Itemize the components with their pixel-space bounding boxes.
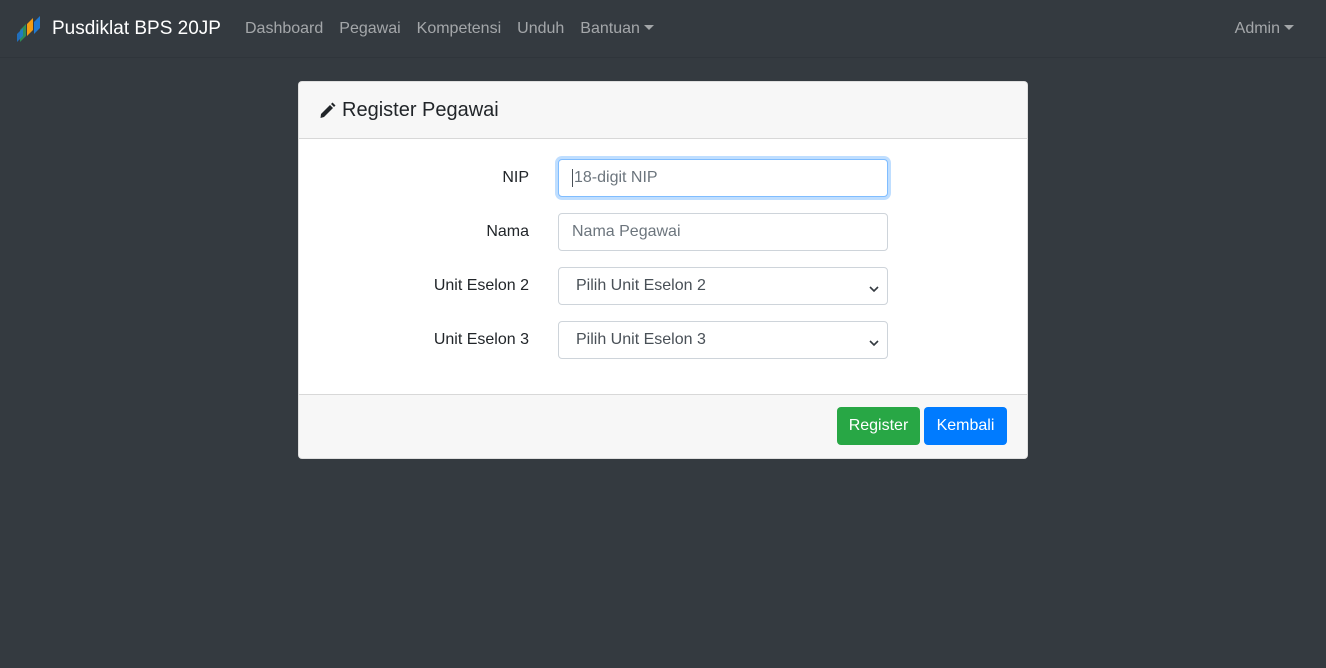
eselon3-selected: Pilih Unit Eselon 3 — [576, 331, 706, 348]
nav-links: Dashboard Pegawai Kompetensi Unduh Bantu… — [237, 20, 662, 38]
nav-kompetensi[interactable]: Kompetensi — [409, 20, 510, 38]
pencil-icon — [319, 102, 336, 119]
eselon2-select[interactable]: Pilih Unit Eselon 2 — [558, 267, 888, 305]
top-navbar: Pusdiklat BPS 20JP Dashboard Pegawai Kom… — [0, 0, 1326, 58]
brand-link[interactable]: Pusdiklat BPS 20JP — [16, 15, 221, 42]
eselon3-select[interactable]: Pilih Unit Eselon 3 — [558, 321, 888, 359]
register-button[interactable]: Register — [837, 407, 920, 445]
card-body: NIP 18-digit NIP Nama Nama Pegawai Unit … — [299, 139, 1027, 396]
nav-unduh[interactable]: Unduh — [509, 20, 572, 38]
user-label: Admin — [1234, 19, 1280, 37]
caret-down-icon — [1284, 25, 1294, 30]
card-title: Register Pegawai — [342, 98, 499, 121]
register-card: Register Pegawai NIP 18-digit NIP Nama N… — [298, 81, 1028, 459]
brand-name: Pusdiklat BPS 20JP — [52, 17, 221, 39]
nav-pegawai[interactable]: Pegawai — [331, 20, 408, 38]
chevron-down-icon — [869, 335, 879, 347]
kembali-button[interactable]: Kembali — [924, 407, 1007, 445]
user-dropdown[interactable]: Admin — [1227, 20, 1302, 38]
bps-logo-icon — [16, 15, 44, 42]
eselon3-row: Unit Eselon 3 Pilih Unit Eselon 3 — [299, 321, 1027, 359]
eselon3-label: Unit Eselon 3 — [433, 331, 529, 348]
nama-label: Nama — [486, 223, 529, 240]
card-header: Register Pegawai — [299, 82, 1027, 139]
nav-bantuan-label: Bantuan — [580, 19, 640, 37]
text-cursor — [572, 169, 573, 187]
nama-placeholder: Nama Pegawai — [572, 223, 681, 240]
nip-input[interactable]: 18-digit NIP — [558, 159, 888, 197]
eselon2-selected: Pilih Unit Eselon 2 — [576, 277, 706, 294]
eselon2-label: Unit Eselon 2 — [433, 277, 529, 294]
card-footer: Register Kembali — [299, 394, 1027, 458]
chevron-down-icon — [869, 281, 879, 293]
nav-bantuan-dropdown[interactable]: Bantuan — [572, 20, 662, 38]
caret-down-icon — [643, 25, 654, 30]
nav-dashboard[interactable]: Dashboard — [237, 20, 331, 38]
nama-row: Nama Nama Pegawai — [299, 213, 1027, 251]
nip-row: NIP 18-digit NIP — [299, 159, 1027, 197]
nip-placeholder: 18-digit NIP — [574, 169, 658, 186]
eselon2-row: Unit Eselon 2 Pilih Unit Eselon 2 — [299, 267, 1027, 305]
nama-input[interactable]: Nama Pegawai — [558, 213, 888, 251]
nip-label: NIP — [502, 169, 529, 186]
